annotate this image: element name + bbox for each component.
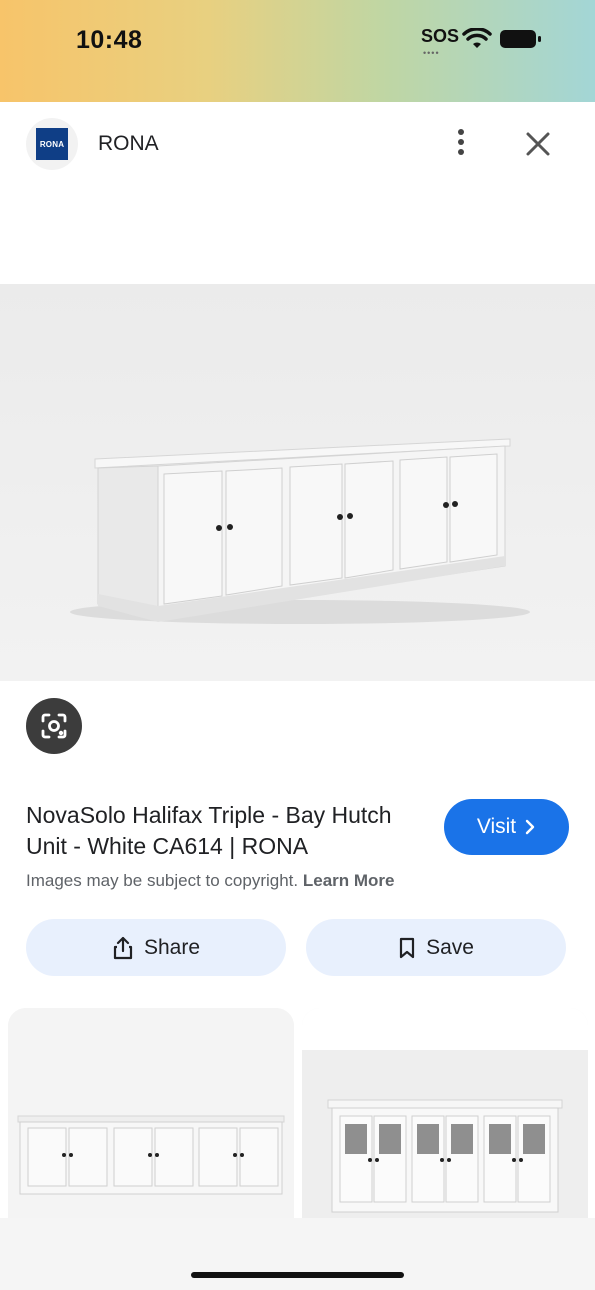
signal-dots: ••••	[423, 48, 440, 58]
related-image-card[interactable]	[8, 1008, 294, 1238]
related-image-card[interactable]	[302, 1008, 588, 1238]
copyright-text: Images may be subject to copyright.	[26, 871, 299, 890]
battery-icon	[500, 30, 541, 48]
share-icon	[113, 936, 133, 959]
visit-label: Visit	[476, 815, 517, 838]
status-bar: 10:48 SOS ••••	[0, 0, 595, 102]
lens-icon	[41, 713, 67, 739]
bookmark-icon	[399, 937, 415, 958]
copyright-notice: Images may be subject to copyright. Lear…	[26, 871, 395, 891]
chevron-right-icon	[525, 819, 535, 835]
more-vert-icon[interactable]	[446, 126, 476, 160]
product-title[interactable]: NovaSolo Halifax Triple - Bay Hutch Unit…	[26, 800, 436, 862]
visit-button[interactable]: Visit	[444, 799, 569, 855]
source-name[interactable]: RONA	[98, 132, 159, 156]
close-icon[interactable]	[520, 126, 556, 162]
source-header: RONA RONA	[0, 102, 595, 186]
save-button[interactable]: Save	[306, 919, 566, 976]
bottom-bar	[0, 1218, 595, 1290]
rona-logo: RONA	[36, 128, 68, 160]
hutch-illustration	[0, 284, 595, 681]
sos-indicator: SOS	[421, 26, 460, 46]
wifi-icon	[462, 28, 492, 48]
save-label: Save	[426, 935, 474, 959]
related-image	[8, 1008, 294, 1238]
share-button[interactable]: Share	[26, 919, 286, 976]
home-indicator[interactable]	[191, 1272, 404, 1278]
learn-more-link[interactable]: Learn More	[303, 871, 395, 890]
source-logo[interactable]: RONA	[26, 118, 78, 170]
lens-button[interactable]	[26, 698, 82, 754]
product-image[interactable]	[0, 284, 595, 681]
related-image	[302, 1008, 588, 1238]
status-time: 10:48	[76, 26, 143, 54]
share-label: Share	[143, 935, 201, 959]
